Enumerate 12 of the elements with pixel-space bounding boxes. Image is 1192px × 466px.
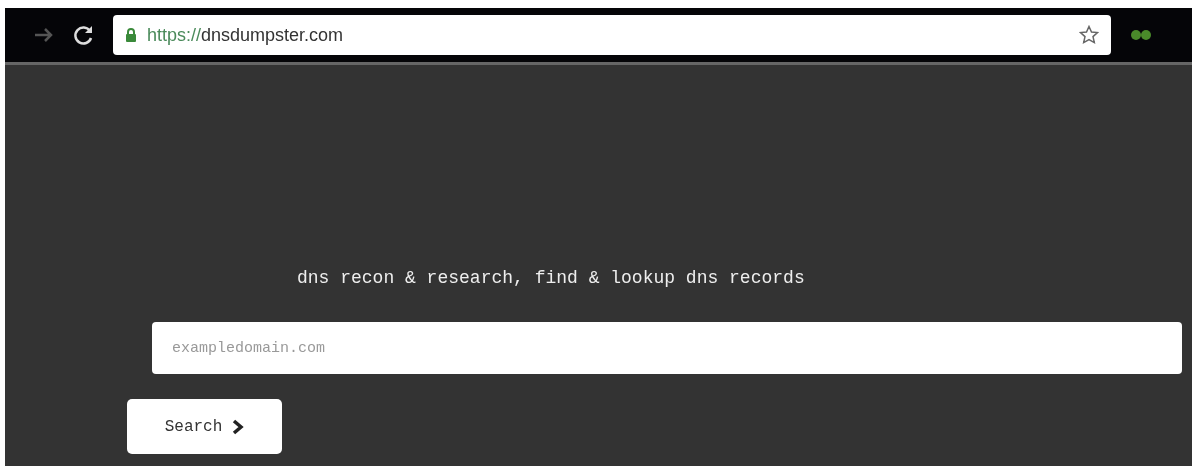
chevron-icon [232, 418, 245, 435]
forward-icon[interactable] [33, 27, 55, 43]
address-bar[interactable]: https://dnsdumpster.com [113, 15, 1111, 55]
search-field[interactable]: exampledomain.com [152, 322, 1182, 374]
extension-icon[interactable] [1129, 28, 1153, 42]
url-scheme: https:// [147, 24, 202, 45]
tagline: dns recon & research, find & lookup dns records [297, 268, 806, 288]
url-host: dnsdumpster.com [201, 24, 344, 45]
star-icon[interactable] [1079, 25, 1099, 45]
lock-icon [125, 28, 137, 42]
search-button[interactable]: Search [127, 399, 282, 454]
reload-icon[interactable] [73, 24, 95, 46]
